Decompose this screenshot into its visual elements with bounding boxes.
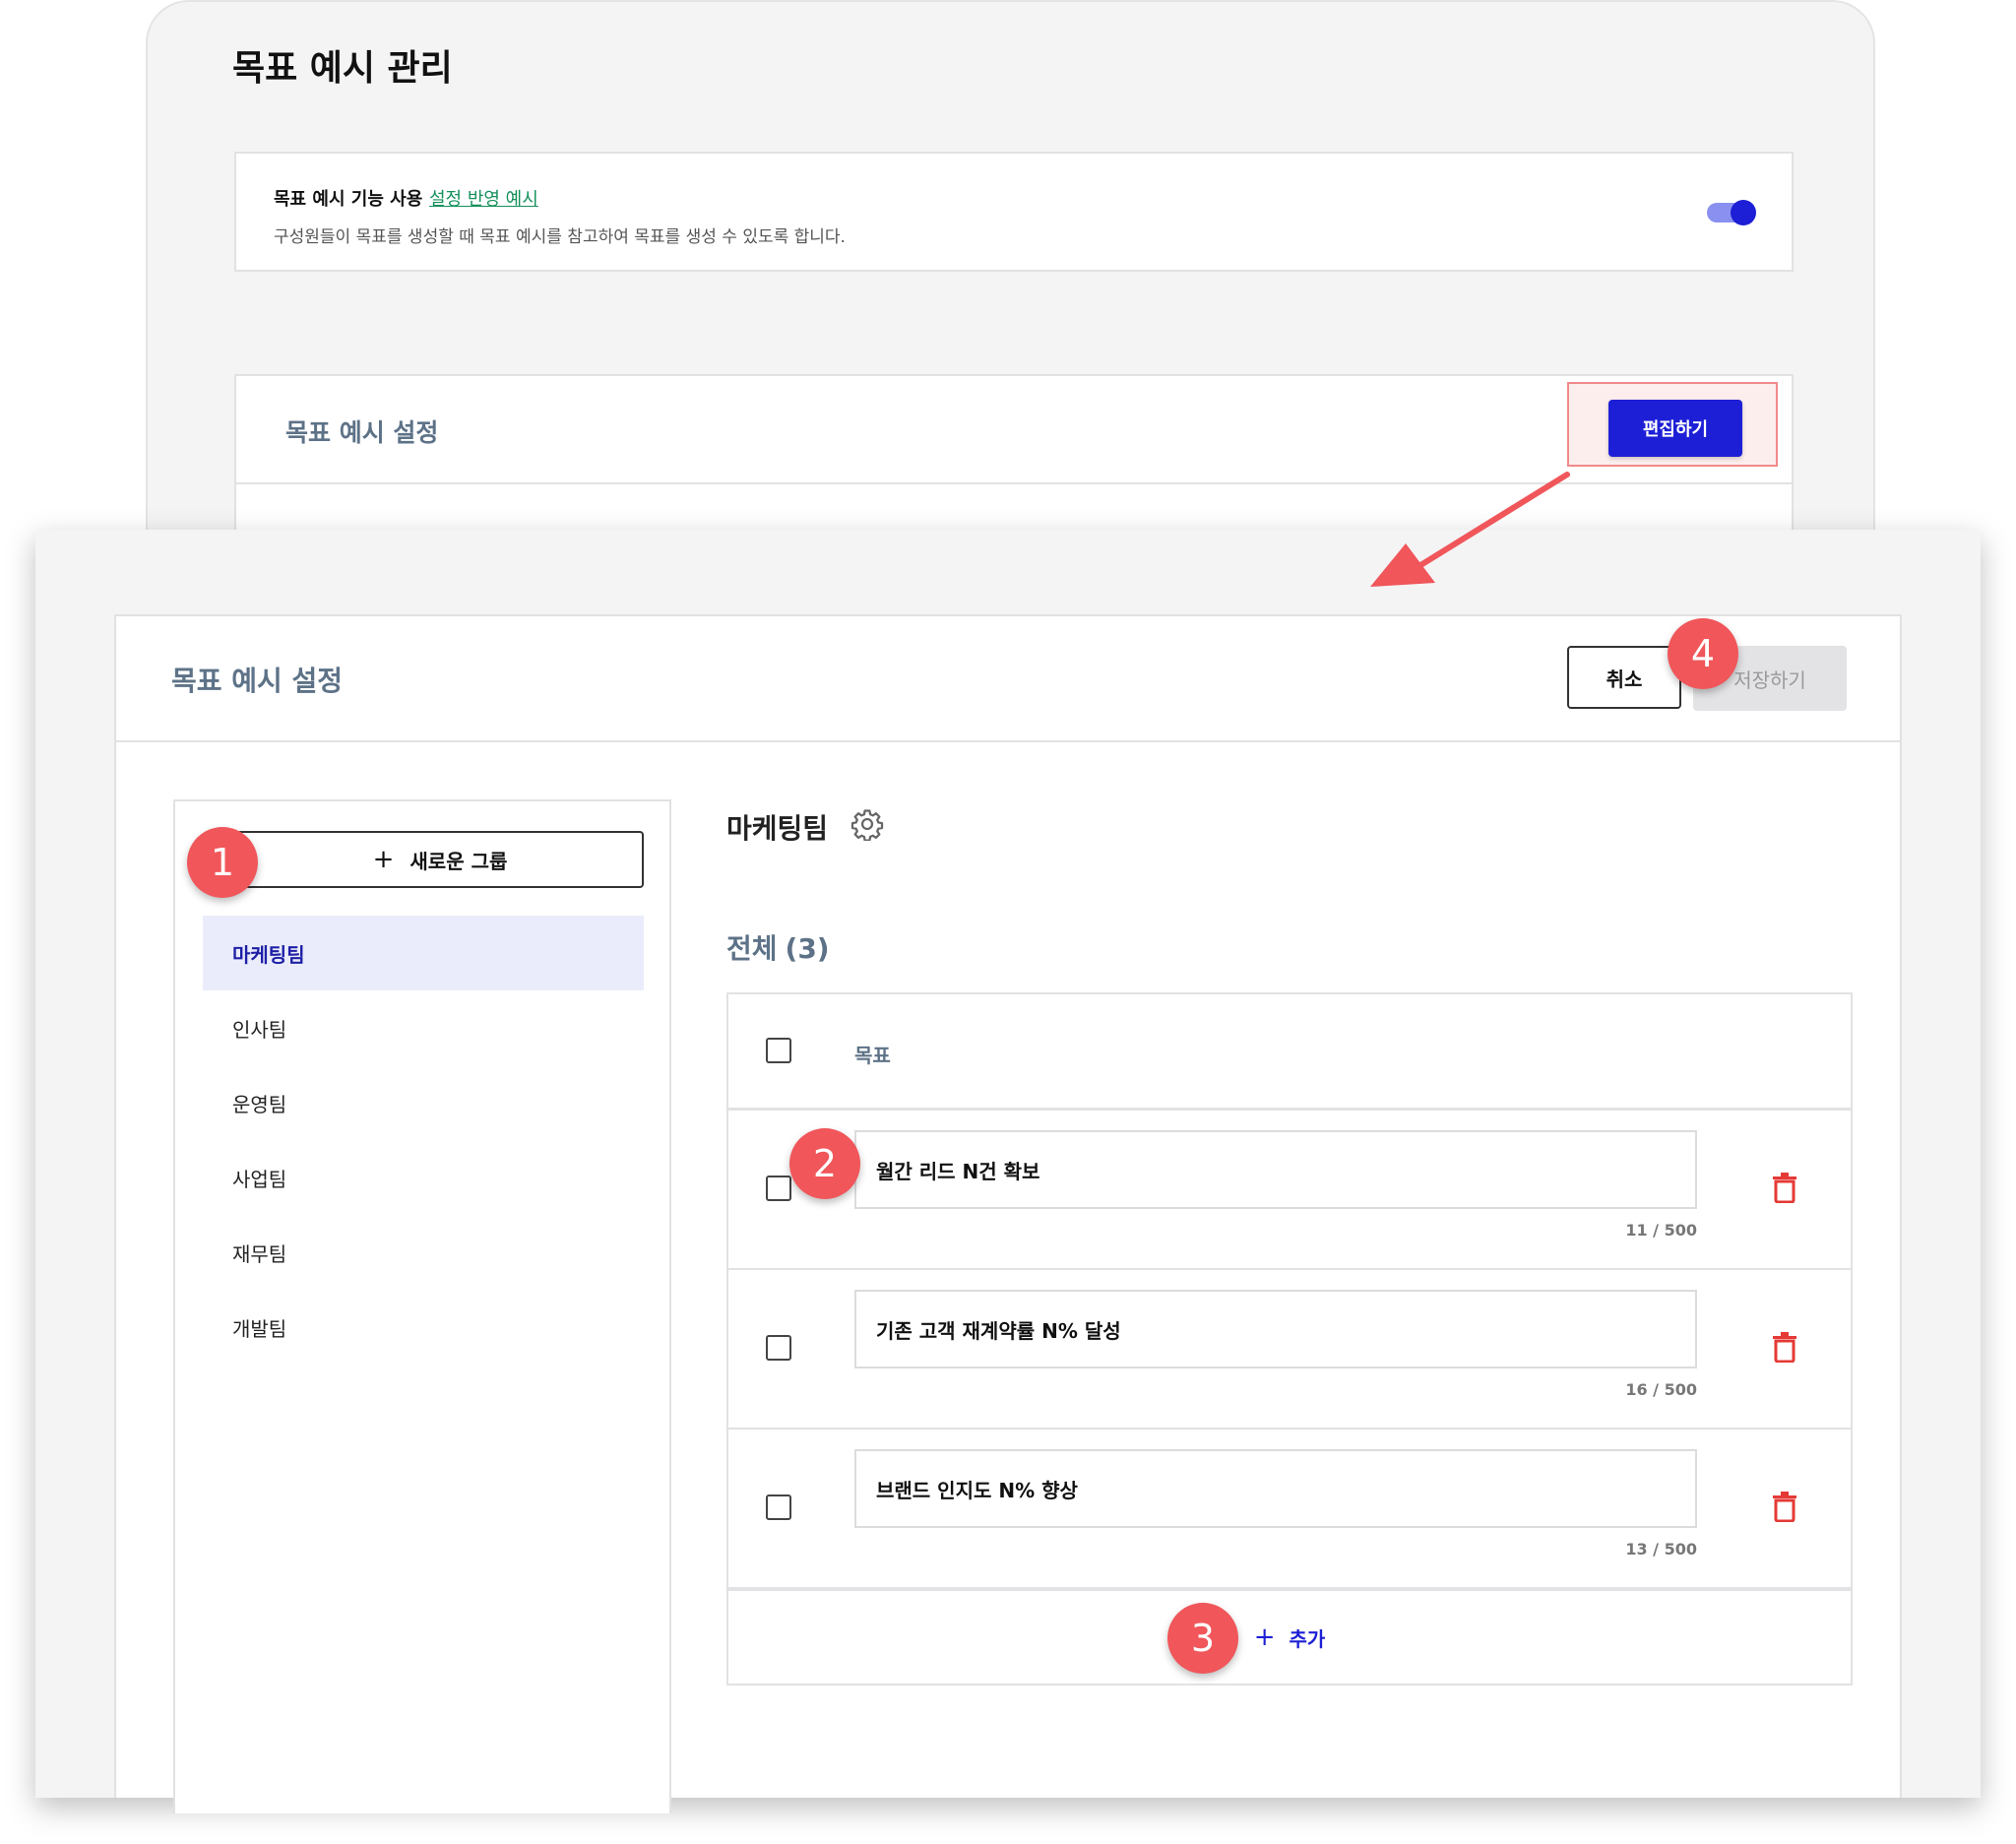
- group-item-development[interactable]: 개발팀: [203, 1290, 644, 1365]
- table-header: 목표: [728, 994, 1851, 1111]
- table-row: 기존 고객 재계약률 N% 달성 16 / 500: [728, 1270, 1851, 1430]
- char-counter: 13 / 500: [1625, 1540, 1697, 1558]
- feature-label: 목표 예시 기능 사용: [274, 189, 423, 210]
- goal-input[interactable]: 브랜드 인지도 N% 향상: [854, 1449, 1697, 1528]
- table-row: 월간 리드 N건 확보 11 / 500: [728, 1111, 1851, 1270]
- feature-toggle[interactable]: [1707, 200, 1756, 225]
- toggle-knob: [1731, 200, 1756, 225]
- goal-input[interactable]: 기존 고객 재계약률 N% 달성: [854, 1290, 1697, 1368]
- add-goal-label: 추가: [1289, 1626, 1326, 1651]
- goals-table: 목표 월간 리드 N건 확보 11 / 500 기존 고객 재계약률 N% 달성: [726, 992, 1853, 1685]
- step-badge-2: 2: [789, 1128, 860, 1199]
- group-item-finance[interactable]: 재무팀: [203, 1215, 644, 1290]
- selected-group-title: 마케팅팀: [726, 812, 829, 845]
- row-checkbox[interactable]: [766, 1335, 791, 1361]
- page-title: 목표 예시 관리: [232, 48, 453, 89]
- divider: [236, 482, 1792, 484]
- cancel-button[interactable]: 취소: [1567, 646, 1681, 709]
- add-goal-button[interactable]: + 추가: [728, 1589, 1851, 1684]
- step-badge-3: 3: [1167, 1603, 1238, 1674]
- group-item-operations[interactable]: 운영팀: [203, 1065, 644, 1140]
- select-all-checkbox[interactable]: [766, 1038, 791, 1063]
- trash-icon[interactable]: [1772, 1491, 1797, 1522]
- settings-example-link[interactable]: 설정 반영 예시: [429, 185, 538, 211]
- group-item-business[interactable]: 사업팀: [203, 1140, 644, 1215]
- total-label: 전체: [726, 932, 778, 965]
- plus-icon: +: [1253, 1622, 1276, 1652]
- total-count: (3): [785, 932, 830, 965]
- group-item-hr[interactable]: 인사팀: [203, 990, 644, 1065]
- editor-panel: 목표 예시 설정 취소 저장하기 + 새로운 그룹 마케팅팀 인사팀 운영팀 사…: [35, 530, 1981, 1813]
- editor-title: 목표 예시 설정: [171, 665, 344, 697]
- new-group-button[interactable]: + 새로운 그룹: [236, 831, 644, 888]
- char-counter: 16 / 500: [1625, 1380, 1697, 1399]
- row-checkbox[interactable]: [766, 1494, 791, 1520]
- group-item-marketing[interactable]: 마케팅팀: [203, 916, 644, 990]
- group-list: 마케팅팀 인사팀 운영팀 사업팀 재무팀 개발팀: [203, 916, 644, 1365]
- total-heading: 전체 (3): [726, 927, 830, 967]
- new-group-label: 새로운 그룹: [410, 849, 508, 873]
- group-content: 마케팅팀 전체 (3) 목표 월간 리드 N건 확보 11 / 500 기존 고…: [726, 799, 1868, 1745]
- group-sidebar: + 새로운 그룹 마케팅팀 인사팀 운영팀 사업팀 재무팀 개발팀: [173, 799, 671, 1813]
- trash-icon[interactable]: [1772, 1331, 1797, 1363]
- feature-toggle-card: 목표 예시 기능 사용 설정 반영 예시 구성원들이 목표를 생성할 때 목표 …: [234, 152, 1794, 272]
- char-counter: 11 / 500: [1625, 1221, 1697, 1240]
- goal-input[interactable]: 월간 리드 N건 확보: [854, 1130, 1697, 1209]
- trash-icon[interactable]: [1772, 1172, 1797, 1203]
- plus-icon: +: [372, 845, 395, 874]
- column-header-goal: 목표: [854, 1044, 891, 1067]
- row-checkbox[interactable]: [766, 1176, 791, 1201]
- settings-card-title: 목표 예시 설정: [285, 418, 439, 447]
- step-badge-1: 1: [187, 827, 258, 898]
- gear-icon[interactable]: [850, 807, 884, 841]
- editor-header: 목표 예시 설정 취소 저장하기: [116, 616, 1900, 742]
- editor-card: 목표 예시 설정 취소 저장하기 + 새로운 그룹 마케팅팀 인사팀 운영팀 사…: [114, 614, 1902, 1813]
- edit-button[interactable]: 편집하기: [1608, 400, 1742, 457]
- feature-description: 구성원들이 목표를 생성할 때 목표 예시를 참고하여 목표를 생성 수 있도록…: [274, 227, 846, 247]
- step-badge-4: 4: [1668, 618, 1738, 689]
- table-row: 브랜드 인지도 N% 향상 13 / 500: [728, 1430, 1851, 1589]
